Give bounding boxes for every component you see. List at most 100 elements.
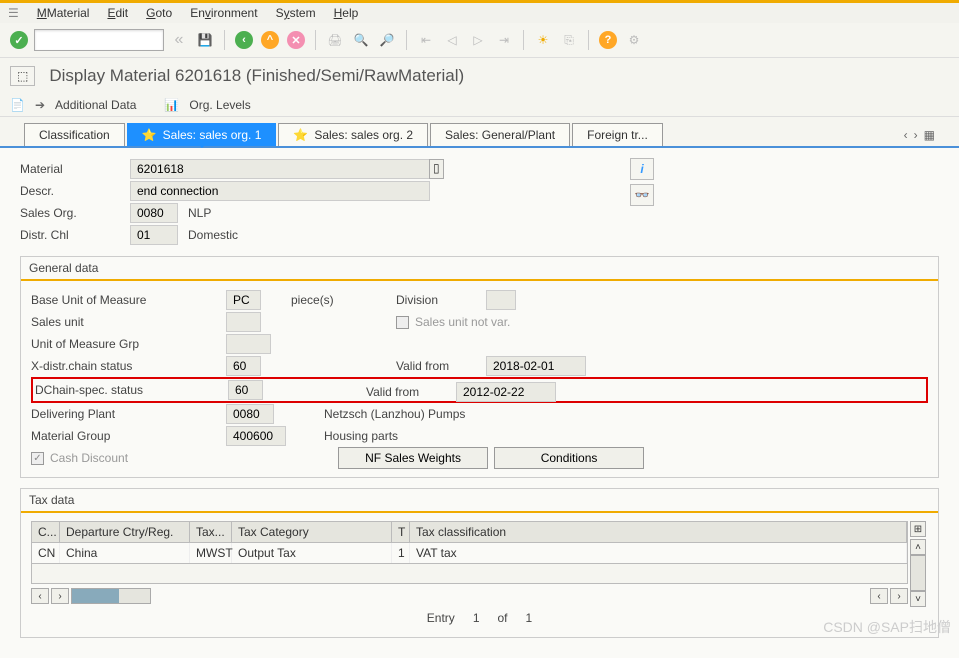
last-page-icon[interactable]: ⇥ (493, 29, 515, 51)
material-field[interactable] (130, 159, 430, 179)
tab-classification[interactable]: Classification (24, 123, 125, 146)
vscroll-up-icon[interactable]: ˄ (910, 539, 926, 555)
suv-label: Sales unit not var. (415, 315, 510, 329)
tab-sales-org-1[interactable]: ⭐Sales: sales org. 1 (127, 123, 277, 146)
td-taxclass: VAT tax (410, 543, 907, 563)
hscroll2-left-icon[interactable]: ‹ (870, 588, 888, 604)
conditions-button[interactable]: Conditions (494, 447, 644, 469)
vscroll-down-icon[interactable]: ˅ (910, 591, 926, 607)
uomgrp-label: Unit of Measure Grp (31, 337, 226, 351)
nf-sales-weights-button[interactable]: NF Sales Weights (338, 447, 488, 469)
main-toolbar: ✓ « 💾 ‹ ^ ✕ 🖨 🔍 🔎 ⇤ ◁ ▷ ⇥ ☀ ⎘ ? ⚙ (0, 23, 959, 58)
tax-table-header: C... Departure Ctry/Reg. Tax... Tax Cate… (31, 521, 908, 543)
buom-label: Base Unit of Measure (31, 293, 226, 307)
menu-goto[interactable]: Goto (146, 6, 172, 20)
td-tax: MWST (190, 543, 232, 563)
tab-foreign-trade[interactable]: Foreign tr... (572, 123, 663, 146)
next-page-icon[interactable]: ▷ (467, 29, 489, 51)
additional-data-link[interactable]: Additional Data (55, 98, 136, 112)
help-icon[interactable]: ? (597, 29, 619, 51)
struct-icon[interactable]: ⬚ (10, 66, 35, 86)
find-next-icon[interactable]: 🔎 (376, 29, 398, 51)
menu-edit[interactable]: Edit (107, 6, 128, 20)
enter-button[interactable]: ✓ (8, 29, 30, 51)
dchain-field[interactable] (228, 380, 263, 400)
hscroll-track[interactable] (71, 588, 151, 604)
th-taxclass: Tax classification (410, 522, 907, 542)
find-icon[interactable]: 🔍 (350, 29, 372, 51)
xdistr-field[interactable] (226, 356, 261, 376)
general-data-group: General data Base Unit of Measure piece(… (20, 256, 939, 478)
save-icon[interactable]: 💾 (194, 29, 216, 51)
vscroll-track[interactable] (910, 555, 926, 591)
prev-page-icon[interactable]: ◁ (441, 29, 463, 51)
uomgrp-field[interactable] (226, 334, 271, 354)
cancel-button[interactable]: ✕ (285, 29, 307, 51)
descr-field[interactable] (130, 181, 430, 201)
general-data-title: General data (21, 257, 938, 281)
hscroll2-right-icon[interactable]: › (890, 588, 908, 604)
entry-label: Entry (427, 611, 455, 625)
new-session-icon[interactable]: ☀ (532, 29, 554, 51)
tab-strip: Classification ⭐Sales: sales org. 1 ⭐Sal… (0, 117, 959, 148)
buom-field[interactable] (226, 290, 261, 310)
more-icon[interactable]: 📄 (10, 98, 25, 112)
valid2-field[interactable] (456, 382, 556, 402)
salesorg-field[interactable] (130, 203, 178, 223)
menu-app-icon: ☰ (8, 6, 19, 20)
matgrp-field[interactable] (226, 426, 286, 446)
menu-environment[interactable]: Environment (190, 6, 257, 20)
tab-prev-icon[interactable]: ‹ (904, 128, 908, 142)
salesunit-field[interactable] (226, 312, 261, 332)
org-levels-link[interactable]: Org. Levels (189, 98, 250, 112)
distrchl-field[interactable] (130, 225, 178, 245)
nav-back-icon[interactable]: « (168, 29, 190, 51)
td-taxcat: Output Tax (232, 543, 392, 563)
command-field[interactable] (34, 29, 164, 51)
exit-button[interactable]: ^ (259, 29, 281, 51)
piece-text: piece(s) (291, 293, 361, 307)
table-config-icon[interactable]: ⊞ (910, 521, 926, 537)
descr-label: Descr. (20, 184, 130, 198)
tab-next-icon[interactable]: › (914, 128, 918, 142)
delplant-label: Delivering Plant (31, 407, 226, 421)
info-icon[interactable]: i (630, 158, 654, 180)
tab-sales-org-2[interactable]: ⭐Sales: sales org. 2 (278, 123, 428, 146)
hscroll-right-icon[interactable]: › (51, 588, 69, 604)
tab-sales-general[interactable]: Sales: General/Plant (430, 123, 570, 146)
entry-line: Entry 1 of 1 (31, 607, 928, 629)
material-f4-icon[interactable]: ▯ (429, 159, 444, 179)
tax-data-title: Tax data (21, 489, 938, 513)
title-bar: ⬚ Display Material 6201618 (Finished/Sem… (0, 58, 959, 94)
tab-list-icon[interactable]: ▦ (924, 128, 935, 142)
tax-data-group: Tax data C... Departure Ctry/Reg. Tax...… (20, 488, 939, 638)
division-field[interactable] (486, 290, 516, 310)
th-taxcat: Tax Category (232, 522, 392, 542)
th-country: C... (32, 522, 60, 542)
salesunit-label: Sales unit (31, 315, 226, 329)
cash-discount-checkbox[interactable]: ✓ (31, 452, 44, 465)
glasses-icon[interactable]: 👓 (630, 184, 654, 206)
th-t: T (392, 522, 410, 542)
valid1-field[interactable] (486, 356, 586, 376)
print-icon[interactable]: 🖨 (324, 29, 346, 51)
menu-help[interactable]: Help (334, 6, 359, 20)
cash-discount-label: Cash Discount (50, 451, 128, 465)
app-toolbar: 📄 ➔ Additional Data 📊 Org. Levels (0, 94, 959, 117)
first-page-icon[interactable]: ⇤ (415, 29, 437, 51)
shortcut-icon[interactable]: ⎘ (558, 29, 580, 51)
menu-system[interactable]: System (276, 6, 316, 20)
hscroll-left-icon[interactable]: ‹ (31, 588, 49, 604)
delplant-text: Netzsch (Lanzhou) Pumps (324, 407, 465, 421)
xdistr-label: X-distr.chain status (31, 359, 226, 373)
suv-checkbox[interactable] (396, 316, 409, 329)
valid1-label: Valid from (396, 359, 486, 373)
menu-material[interactable]: MMaterial (37, 6, 90, 20)
tax-table-row[interactable]: CN China MWST Output Tax 1 VAT tax (31, 543, 908, 564)
dchain-label: DChain-spec. status (33, 383, 228, 397)
back-button[interactable]: ‹ (233, 29, 255, 51)
delplant-field[interactable] (226, 404, 274, 424)
orglevels-icon[interactable]: 📊 (164, 98, 179, 112)
customize-icon[interactable]: ⚙ (623, 29, 645, 51)
td-t: 1 (392, 543, 410, 563)
